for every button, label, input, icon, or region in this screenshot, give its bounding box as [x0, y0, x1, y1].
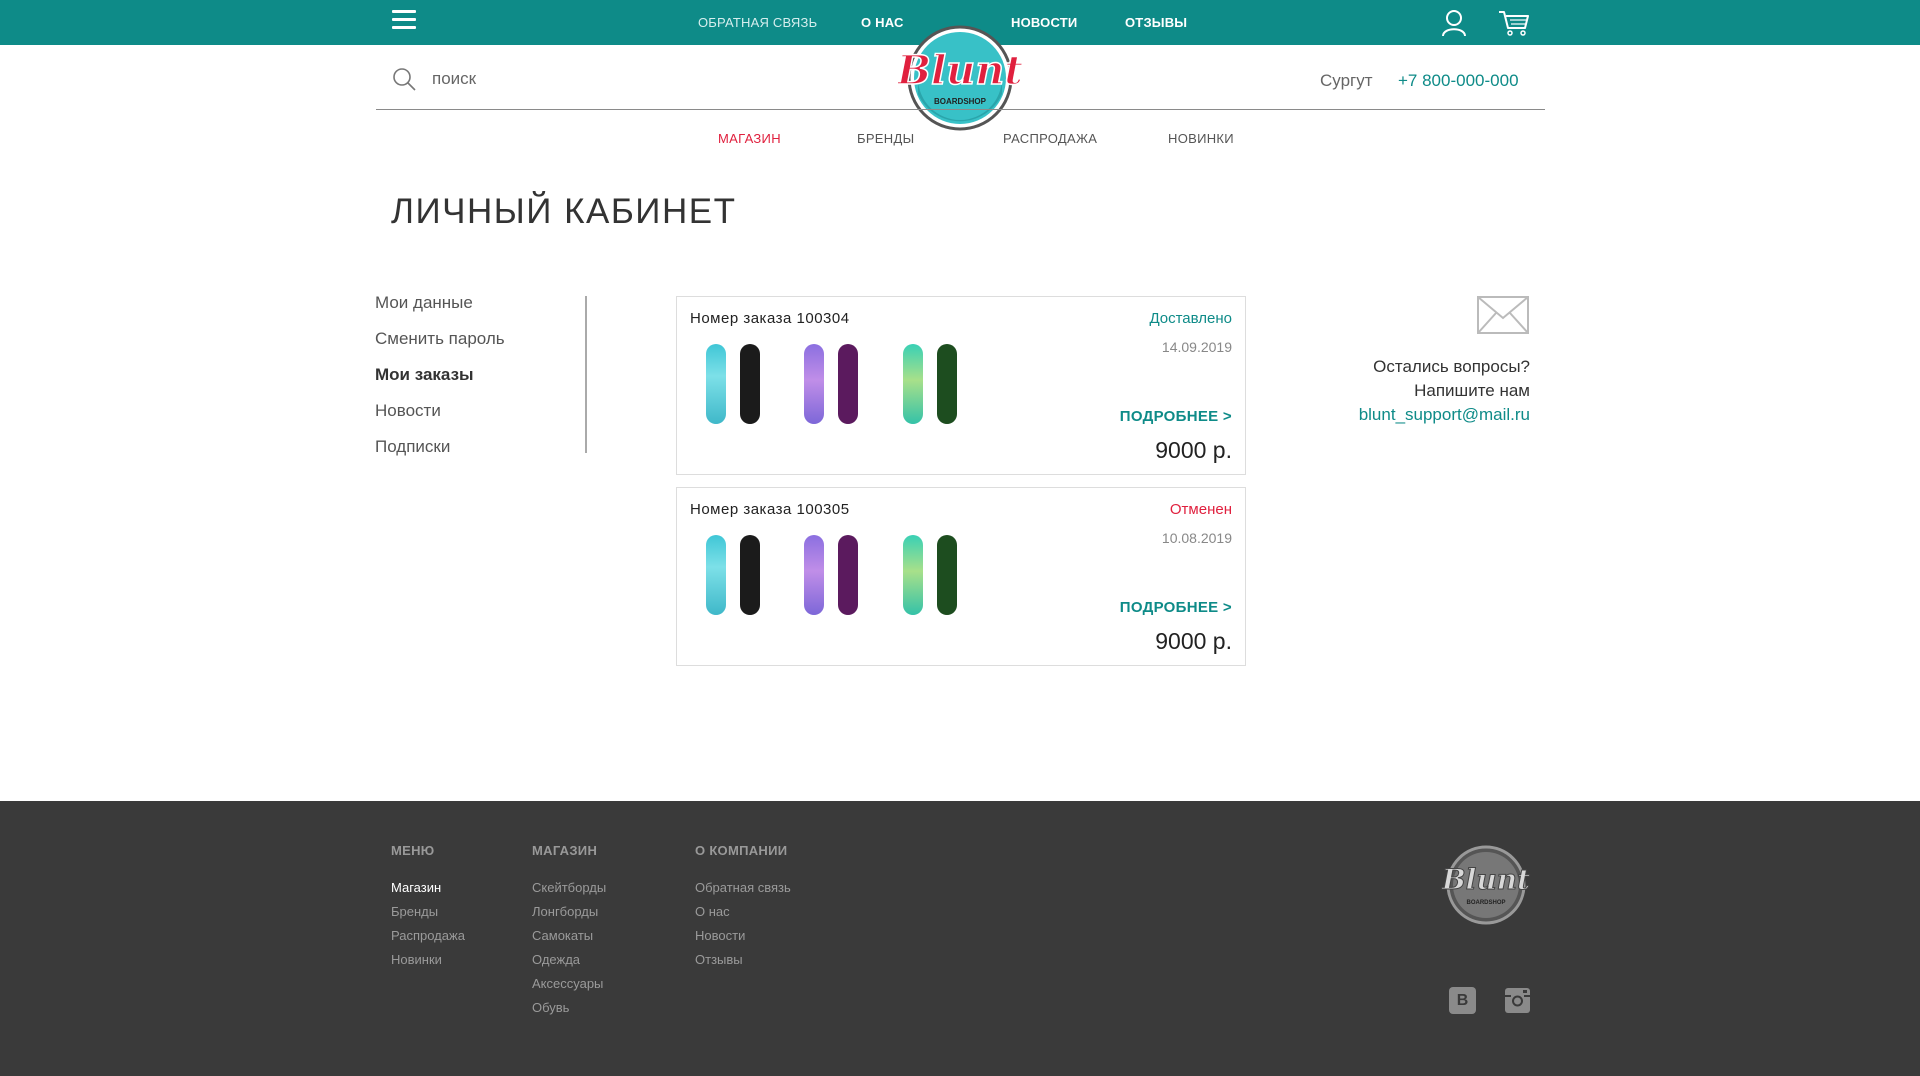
- topnav-reviews-link[interactable]: ОТЗЫВЫ: [1125, 15, 1187, 30]
- search-row: Сургут +7 800-000-000: [376, 45, 1545, 110]
- order-status: Отменен: [1169, 501, 1232, 518]
- footer-link[interactable]: Аксессуары: [532, 976, 606, 1000]
- catnav-new-link[interactable]: НОВИНКИ: [1168, 131, 1234, 146]
- user-icon[interactable]: [1441, 9, 1467, 37]
- footer: МЕНЮ Магазин Бренды Распродажа Новинки М…: [0, 801, 1920, 1076]
- skateboard-image: [937, 535, 957, 615]
- footer-column-title: МЕНЮ: [391, 843, 435, 858]
- order-price: 9000 р.: [1155, 437, 1232, 463]
- footer-link[interactable]: О нас: [695, 904, 791, 928]
- page-title: ЛИЧНЫЙ КАБИНЕТ: [391, 192, 737, 231]
- footer-link[interactable]: Магазин: [391, 880, 465, 904]
- skateboard-image: [903, 535, 923, 615]
- footer-column-title: МАГАЗИН: [532, 843, 598, 858]
- order-number: Номер заказа 100305: [690, 501, 850, 518]
- cart-icon[interactable]: [1498, 10, 1530, 36]
- order-details-link[interactable]: ПОДРОБНЕЕ >: [1120, 599, 1232, 616]
- order-details-link[interactable]: ПОДРОБНЕЕ >: [1120, 408, 1232, 425]
- footer-link[interactable]: Лонгборды: [532, 904, 606, 928]
- skateboard-image: [903, 344, 923, 424]
- order-date: 14.09.2019: [1161, 339, 1232, 355]
- footer-link[interactable]: Самокаты: [532, 928, 606, 952]
- vk-icon[interactable]: B: [1449, 987, 1476, 1014]
- skateboard-image: [838, 344, 858, 424]
- footer-logo[interactable]: Blunt BOARDSHOP: [1440, 845, 1532, 925]
- catnav-sale-link[interactable]: РАСПРОДАЖА: [1003, 131, 1097, 146]
- footer-link[interactable]: Обувь: [532, 1000, 606, 1024]
- skateboard-image: [838, 535, 858, 615]
- order-number: Номер заказа 100304: [690, 310, 850, 327]
- instagram-icon[interactable]: [1504, 987, 1531, 1014]
- footer-logo-subtext: BOARDSHOP: [1466, 900, 1505, 906]
- help-question: Остались вопросы?: [1373, 357, 1530, 376]
- skateboard-image: [706, 535, 726, 615]
- burger-menu-icon[interactable]: [392, 10, 416, 34]
- footer-link[interactable]: Бренды: [391, 904, 465, 928]
- phone-link[interactable]: +7 800-000-000: [1398, 71, 1519, 91]
- order-date: 10.08.2019: [1161, 530, 1232, 546]
- footer-logo-text: Blunt: [1441, 863, 1530, 896]
- footer-link[interactable]: Скейтборды: [532, 880, 606, 904]
- footer-shop-column: МАГАЗИН Скейтборды Лонгборды Самокаты Од…: [532, 843, 606, 1024]
- sidebar-item-news[interactable]: Новости: [375, 402, 585, 440]
- search-icon[interactable]: [392, 67, 416, 91]
- footer-link[interactable]: Отзывы: [695, 952, 791, 976]
- order-items-images[interactable]: [706, 344, 986, 424]
- footer-link[interactable]: Распродажа: [391, 928, 465, 952]
- skateboard-image: [937, 344, 957, 424]
- skateboard-image: [740, 535, 760, 615]
- mail-icon: [1477, 296, 1529, 334]
- order-status: Доставлено: [1149, 310, 1232, 327]
- sidebar-item-change-password[interactable]: Сменить пароль: [375, 330, 585, 368]
- order-card: Номер заказа 100304 Доставлено 14.09.201…: [676, 296, 1246, 475]
- skateboard-image: [706, 344, 726, 424]
- footer-column-title: О КОМПАНИИ: [695, 843, 788, 858]
- topnav-feedback-link[interactable]: ОБРАТНАЯ СВЯЗЬ: [698, 15, 817, 30]
- skateboard-image: [804, 344, 824, 424]
- skateboard-image: [740, 344, 760, 424]
- order-price: 9000 р.: [1155, 628, 1232, 654]
- help-write-us: Напишите нам: [1414, 381, 1530, 400]
- footer-link[interactable]: Новинки: [391, 952, 465, 976]
- sidebar-item-subscriptions[interactable]: Подписки: [375, 438, 585, 476]
- footer-link[interactable]: Обратная связь: [695, 880, 791, 904]
- footer-company-column: О КОМПАНИИ Обратная связь О нас Новости …: [695, 843, 791, 976]
- city-label[interactable]: Сургут: [1320, 71, 1373, 91]
- order-items-images[interactable]: [706, 535, 986, 615]
- order-card: Номер заказа 100305 Отменен 10.08.2019 П…: [676, 487, 1246, 666]
- support-email-link[interactable]: blunt_support@mail.ru: [1359, 405, 1530, 424]
- sidebar-item-my-orders[interactable]: Мои заказы: [375, 366, 585, 404]
- help-block: Остались вопросы? Напишите нам blunt_sup…: [1359, 355, 1530, 427]
- sidebar-item-my-data[interactable]: Мои данные: [375, 294, 585, 332]
- catnav-brands-link[interactable]: БРЕНДЫ: [857, 131, 914, 146]
- footer-link[interactable]: Новости: [695, 928, 791, 952]
- footer-menu-column: МЕНЮ Магазин Бренды Распродажа Новинки: [391, 843, 465, 976]
- account-sidebar: Мои данные Сменить пароль Мои заказы Нов…: [375, 294, 587, 455]
- search-input[interactable]: [432, 67, 732, 91]
- catnav-shop-link[interactable]: МАГАЗИН: [718, 131, 781, 146]
- footer-link[interactable]: Одежда: [532, 952, 606, 976]
- skateboard-image: [804, 535, 824, 615]
